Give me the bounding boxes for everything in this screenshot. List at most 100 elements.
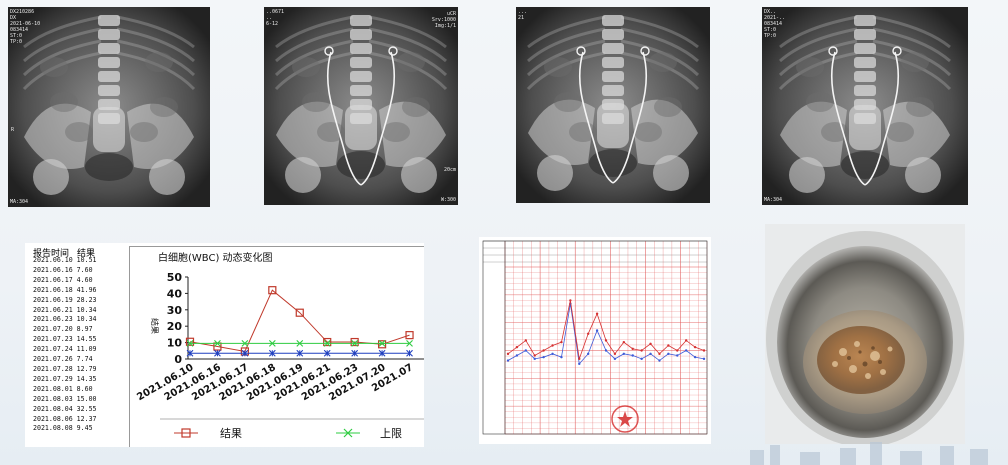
wbc-table-row: 2021.07.29 14.35 (33, 374, 97, 383)
temp-red-series-point (524, 339, 528, 342)
temp-red-series-point (515, 345, 519, 349)
xray-2-overlay-bottom: W:300 (440, 197, 456, 203)
wbc-panel: 报告时间 结果 2021.06.10 10.51 2021.06.16 7.60 20… (25, 243, 424, 447)
xray-4-overlay-bottom: MA:304 (764, 197, 783, 203)
temperature-chart-svg (479, 237, 711, 444)
xray-image-2: ..0671 .. 6-12 uCR Srv:1000 Img:1/1 W:300 2… (264, 7, 458, 205)
temp-red-series-point (658, 352, 661, 356)
wbc-table-row: 2021.08.06 12.37 (33, 414, 97, 423)
temp-red-series-point (560, 340, 563, 344)
xray-1-overlay-bottom: MA:304 (10, 199, 29, 205)
wbc-table-row: 2021.07.24 11.09 (33, 345, 97, 354)
wbc-table-row: 2021.08.04 32.55 (33, 404, 97, 413)
xray-4-svg (762, 7, 968, 205)
temp-blue-series-point (658, 359, 661, 362)
xray-2-scale-marker: 20cm (443, 167, 456, 173)
xray-image-4: DX.. 2021-.. 083414 ST:0 TP:0 MA:304 (762, 7, 968, 205)
temp-red-series-point (551, 344, 554, 347)
temp-red-series-point (631, 347, 634, 351)
temp-blue-series-point (667, 352, 670, 356)
temp-red-series-point (542, 349, 545, 352)
temp-red-series-point (684, 339, 688, 342)
y-tick-label: 20 (167, 320, 183, 333)
temp-red-series-point (604, 339, 608, 342)
temp-blue-series-point (578, 362, 581, 366)
xray-3-svg (516, 7, 710, 203)
temp-blue-series-point (702, 357, 706, 361)
specimen-photo (765, 224, 965, 444)
wbc-table-row: 2021.07.23 14.55 (33, 335, 97, 344)
temp-red-series-point (622, 340, 626, 344)
y-axis-label: 结果 (150, 318, 160, 334)
wbc-table-row: 2021.06.16 7.60 (33, 265, 93, 274)
temp-red-series-point (667, 344, 670, 347)
temp-red-series-point (702, 349, 706, 352)
temp-red-series-point (533, 354, 536, 357)
y-tick-label: 50 (167, 271, 183, 284)
temp-red-series-point (640, 349, 643, 352)
xray-2-overlay-text: ..0671 .. 6-12 (266, 9, 285, 27)
series-line-0 (189, 289, 410, 353)
legend-label-result: 结果 (220, 427, 242, 440)
temp-blue-series-point (684, 349, 688, 352)
wbc-table-row: 2021.06.18 41.96 (33, 285, 97, 294)
wbc-table-row: 2021.06.10 10.51 (33, 256, 97, 264)
specimen-photo-svg (765, 224, 965, 444)
temp-blue-series-point (533, 357, 536, 361)
xray-image-1: DX210286 DX 2021-06-10 083414 ST:0 TP:0 M… (8, 7, 210, 207)
wbc-table-row: 2021.07.28 12.79 (33, 364, 97, 373)
temp-blue-series-point (693, 355, 697, 359)
wbc-table-row: 2021.08.01 8.60 (33, 384, 93, 393)
temp-red-series-point (578, 357, 581, 361)
temp-red-series-point (595, 312, 599, 315)
wbc-chart-svg: 白细胞(WBC) 动态变化图01020304050结果2021.06.10202… (135, 251, 424, 440)
legend-label-upper: 上限 (380, 427, 402, 440)
temp-blue-series-point (604, 349, 608, 352)
temp-red-series-point (676, 349, 679, 352)
temp-blue-series-point (622, 352, 626, 356)
wbc-table-row: 2021.08.03 15.00 (33, 394, 97, 403)
temp-blue-series-point (586, 352, 590, 356)
temperature-chart (479, 237, 711, 444)
temp-blue-series-point (506, 359, 510, 362)
temp-red-series-point (586, 332, 590, 335)
temp-blue-series-point (560, 355, 563, 359)
temp-blue-series-point (542, 355, 545, 359)
temp-blue-series-point (613, 357, 617, 361)
wbc-table-row: 2021.07.26 7.74 (33, 355, 93, 364)
temp-blue-series-point (595, 329, 599, 332)
wbc-table-row: 2021.06.21 10.34 (33, 305, 97, 314)
wbc-table-row: 2021.08.08 9.45 (33, 424, 93, 433)
wbc-chart: 白细胞(WBC) 动态变化图 0 10 20 30 40 50 结果 2021.06.10 202… (129, 246, 424, 447)
temp-blue-series-point (631, 354, 634, 357)
temp-red-series-point (649, 342, 652, 346)
wbc-table-row: 2021.06.17 4.60 (33, 275, 93, 284)
y-tick-label: 30 (167, 304, 183, 317)
y-tick-label: 40 (167, 287, 183, 300)
temp-blue-series-point (515, 354, 519, 357)
decorative-buildings (750, 442, 988, 465)
y-tick-label: 0 (174, 353, 182, 366)
xray-2-svg (264, 7, 458, 205)
temp-red-series-point (613, 352, 617, 356)
xray-4-overlay-text: DX.. 2021-.. 083414 ST:0 TP:0 (764, 9, 786, 39)
temp-red-series-point (506, 352, 510, 356)
chart-title: 白细胞(WBC) 动态变化图 (158, 251, 273, 264)
xray-2-overlay-right: uCR Srv:1000 Img:1/1 (431, 11, 456, 29)
temp-blue-series-point (676, 354, 679, 357)
temp-blue-series-point (649, 352, 652, 356)
temp-blue-series-point (551, 352, 554, 356)
temp-red-series-point (569, 299, 572, 302)
y-tick-label: 10 (167, 337, 183, 350)
xray-1-overlay-text: DX210286 DX 2021-06-10 083414 ST:0 TP:0 (10, 9, 41, 45)
wbc-table-row: 2021.06.19 28.23 (33, 295, 97, 304)
temp-blue-series-point (524, 349, 528, 352)
temp-blue-series-point (640, 357, 643, 361)
xray-1-side-marker: R (11, 127, 15, 133)
wbc-table-row: 2021.06.23 10.34 (33, 315, 97, 324)
wbc-table: 2021.06.10 10.51 2021.06.16 7.60 2021.06.1… (33, 256, 121, 434)
xray-image-3: ... 21 (516, 7, 710, 203)
temp-red-series-point (693, 345, 697, 349)
wbc-table-row: 2021.07.20 8.97 (33, 325, 93, 334)
xray-3-overlay-text: ... 21 (518, 9, 528, 21)
